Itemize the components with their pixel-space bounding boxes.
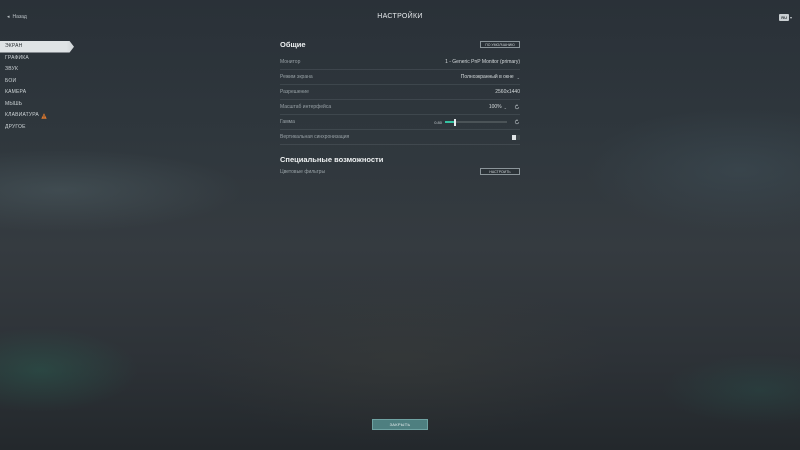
general-section-header: Общие ПО УМОЛЧАНИЮ: [280, 40, 520, 49]
vsync-row: Вертикальная синхронизация: [280, 130, 520, 145]
gamma-slider-thumb[interactable]: [453, 118, 456, 126]
page-title: НАСТРОЙКИ: [377, 13, 423, 20]
top-bar: ◂ Назад НАСТРОЙКИ RU ▾: [0, 0, 800, 36]
reset-defaults-button[interactable]: ПО УМОЛЧАНИЮ: [480, 41, 520, 48]
resolution-select[interactable]: 2560x1440: [495, 89, 520, 95]
monitor-row: Монитор 1 - Generic PnP Monitor (primary…: [280, 55, 520, 70]
monitor-select[interactable]: 1 - Generic PnP Monitor (primary): [445, 59, 520, 65]
ui-scale-row: Масштаб интерфейса 100% ⌄: [280, 100, 520, 115]
setting-label: Гамма: [280, 119, 295, 125]
sidebar-item-sound[interactable]: ЗВУК: [0, 64, 80, 76]
sidebar-item-screen[interactable]: ЭКРАН: [0, 41, 74, 53]
sidebar-item-label: ДРУГОЕ: [5, 123, 26, 130]
sidebar-item-battles[interactable]: БОИ: [0, 76, 80, 88]
sidebar-item-mouse[interactable]: МЫШЬ: [0, 99, 80, 111]
configure-button[interactable]: НАСТРОИТЬ: [480, 168, 520, 175]
setting-value: 100%: [488, 104, 502, 110]
chevron-down-icon: ⌄: [503, 104, 507, 110]
language-code: RU: [779, 14, 789, 21]
close-button[interactable]: ЗАКРЫТЬ: [372, 419, 428, 430]
language-selector[interactable]: RU ▾: [779, 14, 792, 21]
reset-icon[interactable]: [514, 104, 520, 110]
sidebar-item-camera[interactable]: КАМЕРА: [0, 87, 80, 99]
ui-scale-dropdown[interactable]: 100% ⌄: [489, 104, 507, 110]
sidebar-item-graphics[interactable]: ГРАФИКА: [0, 53, 80, 65]
screen-mode-row: Режим экрана Полноэкранный в окне ⌄: [280, 70, 520, 85]
setting-label: Разрешение: [280, 89, 309, 95]
setting-label: Вертикальная синхронизация: [280, 134, 350, 140]
sidebar-item-other[interactable]: ДРУГОЕ: [0, 122, 80, 134]
gamma-row: Гамма 0.80: [280, 115, 520, 130]
chevron-down-icon: ▾: [789, 15, 792, 20]
gamma-value: 0.80: [434, 119, 442, 125]
sidebar-item-label: ГРАФИКА: [5, 54, 29, 61]
reset-icon[interactable]: [514, 119, 520, 125]
sidebar-item-label: КАМЕРА: [5, 89, 27, 95]
accessibility-section-header: Специальные возможности: [280, 155, 520, 164]
section-title: Общие: [280, 40, 306, 49]
gamma-slider[interactable]: [445, 118, 507, 126]
settings-sidebar: ЭКРАН ГРАФИКА ЗВУК БОИ КАМЕРА МЫШЬ КЛАВИ…: [0, 41, 80, 133]
setting-label: Масштаб интерфейса: [280, 104, 332, 110]
screen-mode-dropdown[interactable]: Полноэкранный в окне ⌄: [461, 74, 520, 80]
sidebar-item-label: ЗВУК: [5, 66, 19, 72]
color-filters-row: Цветовые фильтры НАСТРОИТЬ: [280, 164, 520, 179]
setting-value: 1 - Generic PnP Monitor (primary): [445, 59, 520, 65]
sidebar-item-keyboard[interactable]: КЛАВИАТУРА: [0, 110, 80, 122]
section-title: Специальные возможности: [280, 155, 384, 164]
resolution-row: Разрешение 2560x1440: [280, 85, 520, 100]
setting-label: Монитор: [280, 59, 301, 65]
toggle-knob: [512, 134, 516, 140]
accessibility-section: Специальные возможности Цветовые фильтры…: [280, 155, 520, 179]
setting-value: Полноэкранный в окне: [460, 74, 514, 80]
warning-icon: [41, 113, 47, 119]
sidebar-item-label: ЭКРАН: [5, 43, 23, 49]
settings-content: Общие ПО УМОЛЧАНИЮ Монитор 1 - Generic P…: [280, 40, 520, 179]
setting-value: 2560x1440: [495, 89, 520, 95]
setting-label: Режим экрана: [280, 74, 313, 80]
sidebar-item-label: БОИ: [5, 77, 17, 84]
vsync-toggle[interactable]: [512, 134, 520, 140]
sidebar-item-label: МЫШЬ: [5, 100, 23, 107]
setting-label: Цветовые фильтры: [280, 168, 326, 175]
chevron-down-icon: ⌄: [516, 74, 520, 80]
sidebar-item-label: КЛАВИАТУРА: [5, 112, 39, 118]
